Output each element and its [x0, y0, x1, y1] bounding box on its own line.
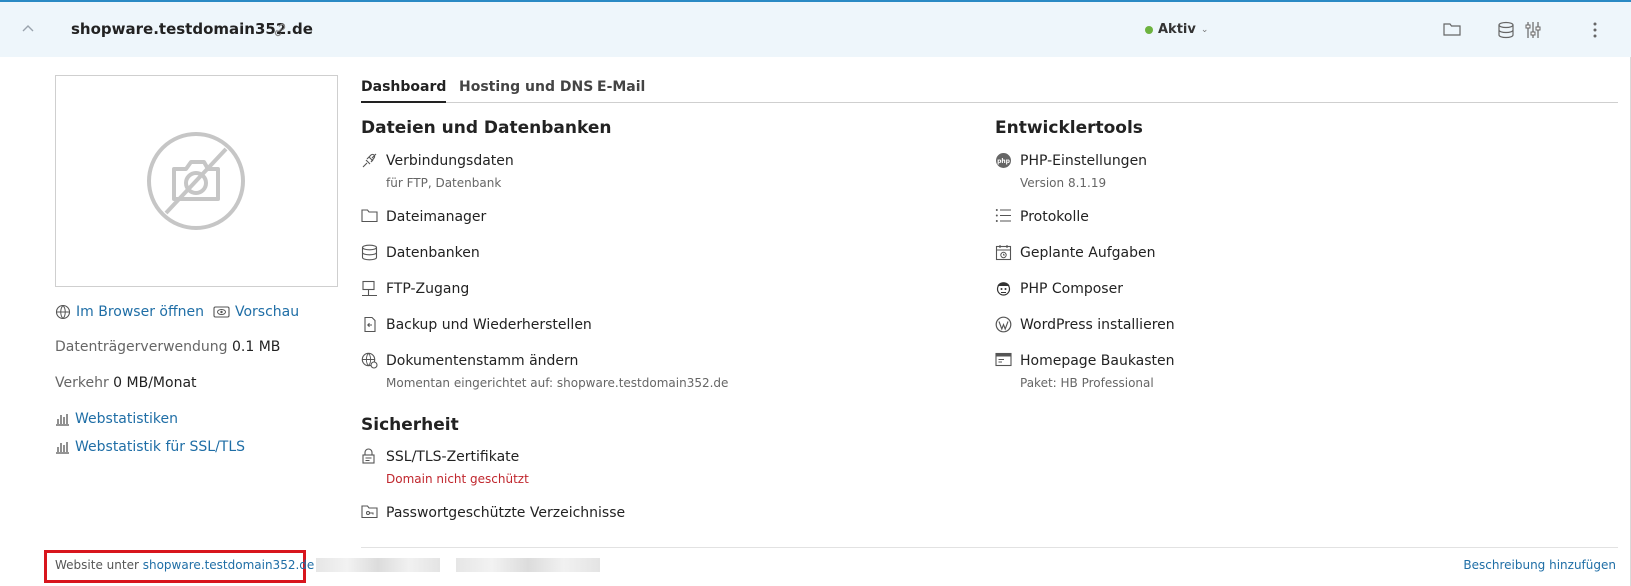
add-description-link[interactable]: Beschreibung hinzufügen	[1463, 558, 1616, 572]
database-icon	[361, 244, 378, 261]
tab-email[interactable]: E-Mail	[597, 79, 645, 103]
bar-chart-icon	[56, 414, 69, 426]
scheduled-tasks-label: Geplante Aufgaben	[1020, 244, 1156, 261]
security-section-title: Sicherheit	[361, 415, 459, 435]
globe-settings-icon	[361, 352, 378, 369]
disk-usage-label: Datenträgerverwendung	[55, 339, 228, 355]
collapse-chevron-icon[interactable]	[20, 20, 36, 36]
wordpress-icon	[995, 316, 1012, 333]
backup-restore-label: Backup und Wiederherstellen	[386, 316, 592, 333]
bar-chart-icon	[56, 442, 69, 454]
ftp-access-link[interactable]: FTP-Zugang	[361, 280, 469, 297]
file-manager-link[interactable]: Dateimanager	[361, 208, 486, 225]
wordpress-install-label: WordPress installieren	[1020, 316, 1175, 333]
composer-icon	[995, 280, 1012, 297]
php-version: Version 8.1.19	[1020, 176, 1107, 190]
disk-usage: Datenträgerverwendung 0.1 MB	[55, 339, 280, 355]
website-thumbnail	[55, 75, 338, 287]
folder-key-icon	[361, 504, 378, 521]
homepage-builder-package: Paket: HB Professional	[1020, 376, 1154, 390]
globe-icon	[55, 304, 71, 320]
tab-hosting-dns[interactable]: Hosting und DNS	[459, 79, 593, 103]
backup-icon	[361, 316, 378, 333]
link-icon[interactable]	[273, 23, 289, 39]
website-at-prefix: Website unter	[55, 558, 139, 572]
connection-data-label: Verbindungsdaten	[386, 152, 514, 169]
svg-text:php: php	[997, 158, 1011, 165]
homepage-builder-label: Homepage Baukasten	[1020, 352, 1175, 369]
certificate-lock-icon	[361, 448, 378, 465]
plug-icon	[361, 152, 378, 169]
files-section-title: Dateien und Datenbanken	[361, 118, 612, 138]
homepage-builder-link[interactable]: Homepage Baukasten	[995, 352, 1175, 369]
webstats-ssl-label: Webstatistik für SSL/TLS	[75, 439, 246, 455]
tab-dashboard[interactable]: Dashboard	[361, 79, 447, 103]
ftp-access-label: FTP-Zugang	[386, 280, 470, 297]
webstats-ssl-link[interactable]: Webstatistik für SSL/TLS	[55, 439, 245, 455]
protected-directories-link[interactable]: Passwortgeschützte Verzeichnisse	[361, 504, 625, 521]
document-root-link[interactable]: Dokumentenstamm ändern	[361, 352, 578, 369]
list-icon	[995, 208, 1012, 225]
devtools-section-title: Entwicklertools	[995, 118, 1143, 138]
folder-icon[interactable]	[1443, 21, 1463, 41]
sliders-icon[interactable]	[1524, 21, 1544, 41]
card-header: shopware.testdomain352.de Aktiv ⌄	[0, 2, 1631, 57]
status-label: Aktiv	[1158, 22, 1196, 37]
webstats-link[interactable]: Webstatistiken	[55, 411, 178, 427]
website-domain-link[interactable]: shopware.testdomain352.de	[143, 558, 315, 572]
file-manager-label: Dateimanager	[386, 208, 487, 225]
php-composer-label: PHP Composer	[1020, 280, 1123, 297]
databases-label: Datenbanken	[386, 244, 480, 261]
website-at: Website unter shopware.testdomain352.de	[55, 558, 314, 572]
calendar-clock-icon	[995, 244, 1012, 261]
connection-data-sub: für FTP, Datenbank	[386, 176, 502, 190]
eye-icon	[213, 306, 230, 318]
open-in-browser-link[interactable]: Im Browser öffnen	[55, 304, 204, 320]
connection-data-link[interactable]: Verbindungsdaten	[361, 152, 514, 169]
logs-label: Protokolle	[1020, 208, 1089, 225]
php-composer-link[interactable]: PHP Composer	[995, 280, 1123, 297]
browser-window-icon	[995, 352, 1012, 369]
status-dot-icon	[1145, 25, 1153, 34]
tab-bar: Dashboard Hosting und DNS E-Mail	[361, 79, 1618, 103]
network-icon	[361, 280, 378, 297]
traffic-label: Verkehr	[55, 375, 109, 391]
webstats-label: Webstatistiken	[75, 411, 179, 427]
no-preview-icon	[147, 132, 245, 230]
subscription-card: shopware.testdomain352.de Aktiv ⌄ Im Bro…	[0, 0, 1631, 586]
php-settings-label: PHP-Einstellungen	[1020, 152, 1148, 169]
folder-icon	[361, 208, 378, 225]
scheduled-tasks-link[interactable]: Geplante Aufgaben	[995, 244, 1155, 261]
protected-directories-label: Passwortgeschützte Verzeichnisse	[386, 504, 626, 521]
blurred-info	[456, 558, 600, 572]
disk-usage-value: 0.1 MB	[231, 339, 281, 355]
wordpress-install-link[interactable]: WordPress installieren	[995, 316, 1175, 333]
open-in-browser-label: Im Browser öffnen	[76, 304, 204, 320]
traffic-value: 0 MB/Monat	[113, 375, 197, 391]
backup-restore-link[interactable]: Backup und Wiederherstellen	[361, 316, 592, 333]
footer-divider	[361, 547, 1618, 548]
logs-link[interactable]: Protokolle	[995, 208, 1089, 225]
document-root-label: Dokumentenstamm ändern	[386, 352, 579, 369]
preview-label: Vorschau	[235, 304, 300, 320]
preview-link[interactable]: Vorschau	[213, 304, 299, 320]
status-dropdown[interactable]: Aktiv ⌄	[1145, 22, 1208, 37]
blurred-info	[316, 558, 440, 572]
php-icon: php	[995, 152, 1012, 169]
traffic: Verkehr 0 MB/Monat	[55, 375, 197, 391]
chevron-down-icon: ⌄	[1200, 24, 1209, 35]
more-options-icon[interactable]	[1592, 21, 1612, 41]
databases-link[interactable]: Datenbanken	[361, 244, 480, 261]
php-settings-link[interactable]: php PHP-Einstellungen	[995, 152, 1147, 169]
document-root-sub: Momentan eingerichtet auf: shopware.test…	[386, 376, 729, 390]
ssl-certificates-link[interactable]: SSL/TLS-Zertifikate	[361, 448, 519, 465]
ssl-certificates-label: SSL/TLS-Zertifikate	[386, 448, 520, 465]
database-icon[interactable]	[1497, 21, 1517, 41]
ssl-status-warning: Domain nicht geschützt	[386, 472, 529, 486]
